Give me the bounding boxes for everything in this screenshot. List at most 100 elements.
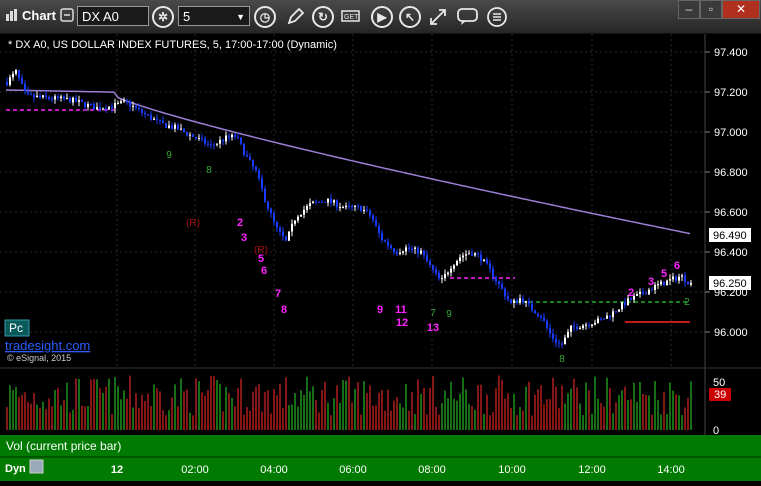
candle-body [159,119,161,121]
candle-body [666,280,668,286]
candle-body [285,236,287,241]
link-icon[interactable] [60,8,74,22]
candle-body [135,105,137,108]
template-icon[interactable]: GET [341,8,361,26]
countdown-label: 7 [430,308,436,319]
dyn-toggle-icon[interactable] [29,459,44,474]
price-tick-label: 96.600 [714,207,748,219]
time-tick-label: 06:00 [339,464,367,476]
candle-body [273,213,275,222]
countdown-label: 8 [206,165,212,176]
candle-body [219,139,221,144]
risk-label: (R) [254,245,268,256]
price-tick-label: 96.800 [714,167,748,179]
candle-body [108,106,110,110]
candle-body [642,291,644,294]
candle-body [588,324,590,326]
candle-body [348,205,350,207]
price-tick-label: 96.400 [714,247,748,259]
candle-body [324,201,326,203]
chart-canvas[interactable]: * DX A0, US DOLLAR INDEX FUTURES, 5, 17:… [0,34,761,481]
candle-body [570,325,572,332]
candle-body [639,291,641,295]
candle-body [567,331,569,338]
candle-body [372,215,374,221]
candle-body [543,317,545,321]
candle-body [657,284,659,286]
cursor-icon[interactable]: ↖ [399,6,421,28]
candle-body [498,281,500,285]
candle-body [18,70,20,79]
candle-body [297,216,299,221]
candle-body [483,259,485,261]
candle-body [513,300,515,304]
candle-body [471,253,473,256]
candle-body [387,241,389,246]
maximize-icon[interactable]: ▫ [700,0,722,19]
candle-body [576,326,578,330]
comment-icon[interactable] [457,8,479,26]
candle-body [210,143,212,145]
candle-body [171,125,173,129]
candle-body [264,188,266,202]
candle-body [198,137,200,139]
candle-body [216,143,218,145]
chart-area[interactable]: * DX A0, US DOLLAR INDEX FUTURES, 5, 17:… [0,34,761,481]
setup-count-label: 12 [396,317,408,329]
refresh-icon[interactable]: ↻ [312,6,334,28]
candle-body [192,134,194,138]
minimize-icon[interactable]: – [678,0,700,19]
candle-body [36,95,38,98]
candle-body [465,254,467,256]
dyn-label[interactable]: Dyn [5,463,26,475]
interval-select[interactable]: 5 ▼ [178,6,250,26]
time-tick-label: 14:00 [657,464,685,476]
chart-icon [5,8,19,22]
candle-body [396,252,398,255]
setup-count-label: 6 [674,260,680,272]
candle-body [21,78,23,84]
candle-body [249,156,251,160]
candle-body [252,159,254,167]
candle-body [96,107,98,110]
candle-body [591,324,593,326]
chart-title: * DX A0, US DOLLAR INDEX FUTURES, 5, 17:… [8,39,337,51]
candle-body [75,97,77,102]
candle-body [288,231,290,241]
pc-button[interactable]: Pc [9,321,23,335]
candle-body [369,210,371,216]
candle-body [102,108,104,110]
close-icon[interactable]: ✕ [722,0,760,19]
candle-body [429,261,431,265]
candle-body [597,318,599,323]
candle-body [300,214,302,217]
play-icon[interactable]: ▶ [371,6,393,28]
candle-body [645,293,647,295]
candle-body [84,101,86,108]
menu-icon[interactable] [487,7,507,27]
crosshair-icon[interactable] [428,7,448,27]
candle-body [279,227,281,232]
candle-body [87,103,89,108]
candle-body [573,325,575,327]
setup-count-label: 3 [648,276,654,288]
candle-body [168,125,170,128]
settings-icon[interactable]: ✲ [152,6,174,28]
candle-body [156,118,158,120]
pencil-icon[interactable] [285,7,305,27]
candle-body [15,70,17,74]
candle-body [531,303,533,311]
candle-body [267,201,269,209]
setup-count-label: 11 [395,304,407,316]
watermark-link[interactable]: tradesight.com [5,338,90,353]
candle-body [555,338,557,343]
candle-body [564,337,566,345]
time-tick-label: 08:00 [418,464,446,476]
candle-body [255,166,257,171]
candle-body [123,100,125,102]
candle-body [333,200,335,203]
candle-body [354,205,356,207]
candle-body [315,201,317,203]
symbol-input[interactable]: DX A0 [77,6,149,26]
clock-icon[interactable]: ◷ [254,6,276,28]
